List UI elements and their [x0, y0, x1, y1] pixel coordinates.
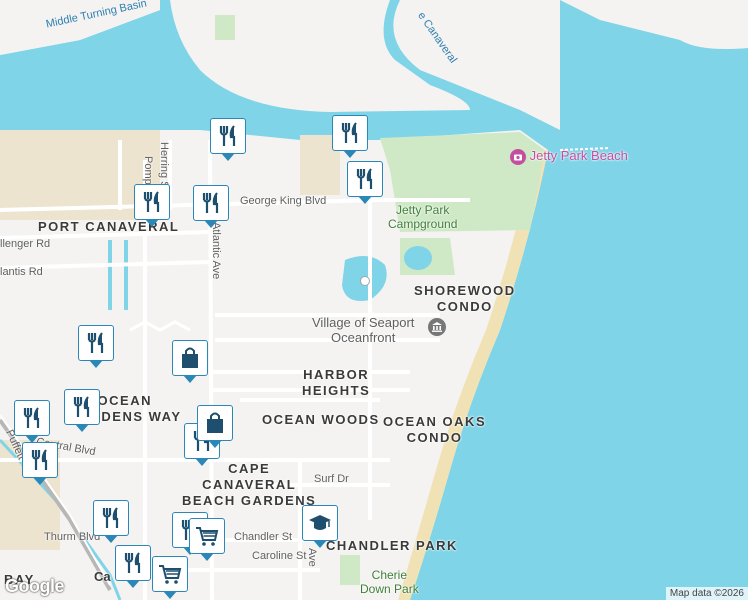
- street-label-chandler: Chandler St: [234, 531, 293, 543]
- pin-dot-icon: [360, 276, 370, 286]
- street-label-caroline: Caroline St: [252, 550, 307, 562]
- restaurant-pin[interactable]: [347, 161, 383, 204]
- restaurant-icon: [23, 407, 40, 428]
- restaurant-pin[interactable]: [134, 184, 170, 227]
- map-data-credit[interactable]: Map data ©2026: [665, 587, 748, 600]
- area-label-shorewood: SHOREWOOD CONDO: [414, 283, 516, 314]
- poi-name: Jetty Park Beach: [529, 148, 628, 163]
- restaurant-pin[interactable]: [115, 545, 151, 588]
- restaurant-pin[interactable]: [64, 389, 100, 432]
- poi-label-jetty-park-beach[interactable]: Jetty Park Beach: [510, 148, 628, 165]
- street-label-thurm: Thurm Blvd: [44, 531, 101, 543]
- grocery-pin[interactable]: [189, 518, 225, 561]
- street-label-challenger: llenger Rd: [0, 238, 51, 250]
- area-label-beach-gardens: CAPE CANAVERAL BEACH GARDENS: [182, 461, 317, 508]
- school-pin[interactable]: [302, 505, 338, 548]
- poi-label-jetty-campground[interactable]: Jetty Park Campground: [388, 203, 457, 231]
- restaurant-pin[interactable]: [93, 500, 129, 543]
- pond: [404, 246, 432, 270]
- restaurant-icon: [356, 168, 373, 189]
- restaurant-icon: [143, 191, 160, 212]
- shopping-bag-icon: [207, 412, 223, 433]
- area-label-cape: Ca: [94, 569, 111, 584]
- restaurant-pin[interactable]: [332, 115, 368, 158]
- restaurant-pin[interactable]: [14, 400, 50, 443]
- restaurant-pin[interactable]: [22, 442, 58, 485]
- street-label-atlantis: lantis Rd: [0, 266, 43, 278]
- restaurant-pin[interactable]: [193, 185, 229, 228]
- restaurant-icon: [87, 332, 104, 353]
- poi-label-village-seaport[interactable]: Village of Seaport Oceanfront: [312, 315, 414, 345]
- area-label-harbor-heights: HARBOR HEIGHTS: [302, 367, 371, 398]
- shopping-pin[interactable]: [197, 405, 233, 448]
- street-label-atlantic: Atlantic Ave: [210, 222, 222, 280]
- street-label-george-king: George King Blvd: [240, 195, 327, 207]
- restaurant-icon: [124, 552, 141, 573]
- google-logo[interactable]: Google: [5, 576, 65, 597]
- graduation-cap-icon: [309, 515, 331, 530]
- area-label-ocean-oaks: OCEAN OAKS CONDO: [383, 414, 487, 445]
- restaurant-icon: [202, 192, 219, 213]
- restaurant-icon: [73, 396, 90, 417]
- street-label-ridgewood: Ave: [306, 548, 318, 567]
- area-label-chandler-park: CHANDLER PARK: [326, 538, 458, 553]
- shopping-cart-icon: [159, 565, 182, 584]
- poi-label-cherie-down-park[interactable]: Cherie Down Park: [360, 568, 419, 596]
- restaurant-pin[interactable]: [78, 325, 114, 368]
- shopping-cart-icon: [196, 527, 219, 546]
- building-icon: [428, 318, 446, 336]
- grocery-pin[interactable]: [152, 556, 188, 599]
- photo-camera-icon: [510, 148, 526, 165]
- restaurant-icon: [31, 449, 48, 470]
- restaurant-icon: [341, 122, 358, 143]
- shopping-pin[interactable]: [172, 340, 208, 383]
- street-label-surf: Surf Dr: [314, 473, 349, 485]
- restaurant-icon: [219, 125, 236, 146]
- shopping-bag-icon: [182, 347, 198, 368]
- area-label-ocean-woods: OCEAN WOODS: [262, 412, 380, 427]
- restaurant-icon: [102, 507, 119, 528]
- street-label-pompano: Pomp: [142, 156, 154, 185]
- restaurant-pin[interactable]: [210, 118, 246, 161]
